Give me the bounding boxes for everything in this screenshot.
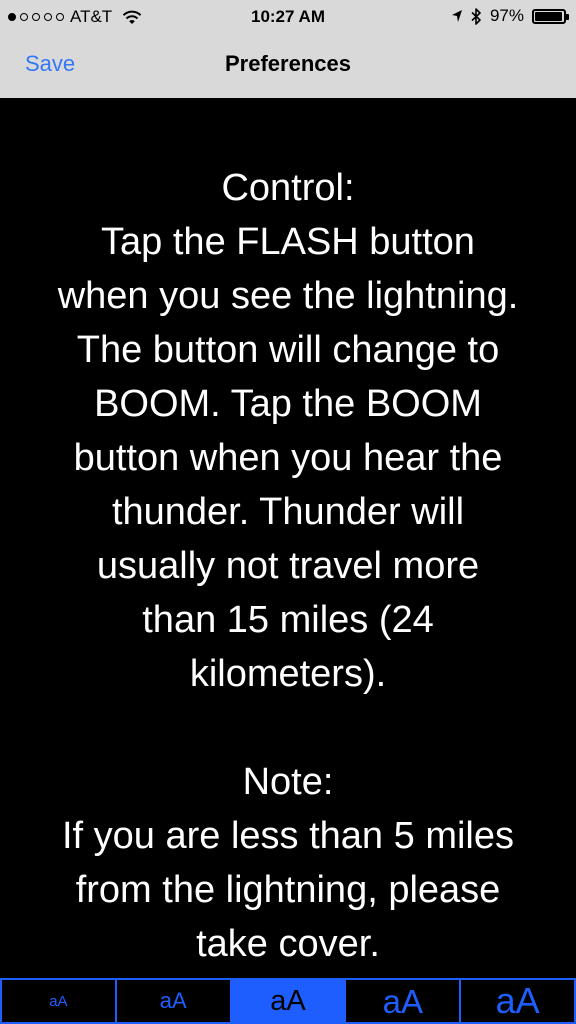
battery-level (535, 11, 563, 21)
status-bar: AT&T 10:27 AM 97% (0, 0, 576, 34)
battery-percent: 97% (489, 6, 524, 25)
font-size-option-1[interactable]: aA (2, 980, 117, 1022)
control-instructions: Control: Tap the FLASH button when you s… (57, 167, 519, 695)
note-text: Note: If you are less than 5 miles from … (62, 761, 514, 965)
location-arrow-icon (451, 10, 462, 22)
font-size-option-label: aA (495, 980, 540, 1021)
font-size-option-4[interactable]: aA (346, 980, 462, 1022)
bluetooth-icon (471, 7, 481, 25)
font-size-option-5[interactable]: aA (461, 980, 574, 1022)
font-size-selector: aA aA aA aA aA (0, 978, 576, 1024)
navigation-bar: Save Preferences (0, 34, 576, 98)
page-title: Preferences (225, 51, 351, 76)
font-size-option-2[interactable]: aA (117, 980, 232, 1022)
font-size-option-label: aA (49, 992, 68, 1010)
font-size-option-label: aA (382, 982, 423, 1020)
font-size-option-label: aA (159, 988, 187, 1013)
font-size-option-label: aA (270, 984, 306, 1017)
status-right: 97% (451, 6, 569, 26)
font-size-option-3[interactable]: aA (231, 980, 347, 1022)
battery-tip (566, 13, 569, 20)
battery-icon (532, 8, 569, 24)
instructions-content: Control: Tap the FLASH button when you s… (0, 98, 576, 978)
